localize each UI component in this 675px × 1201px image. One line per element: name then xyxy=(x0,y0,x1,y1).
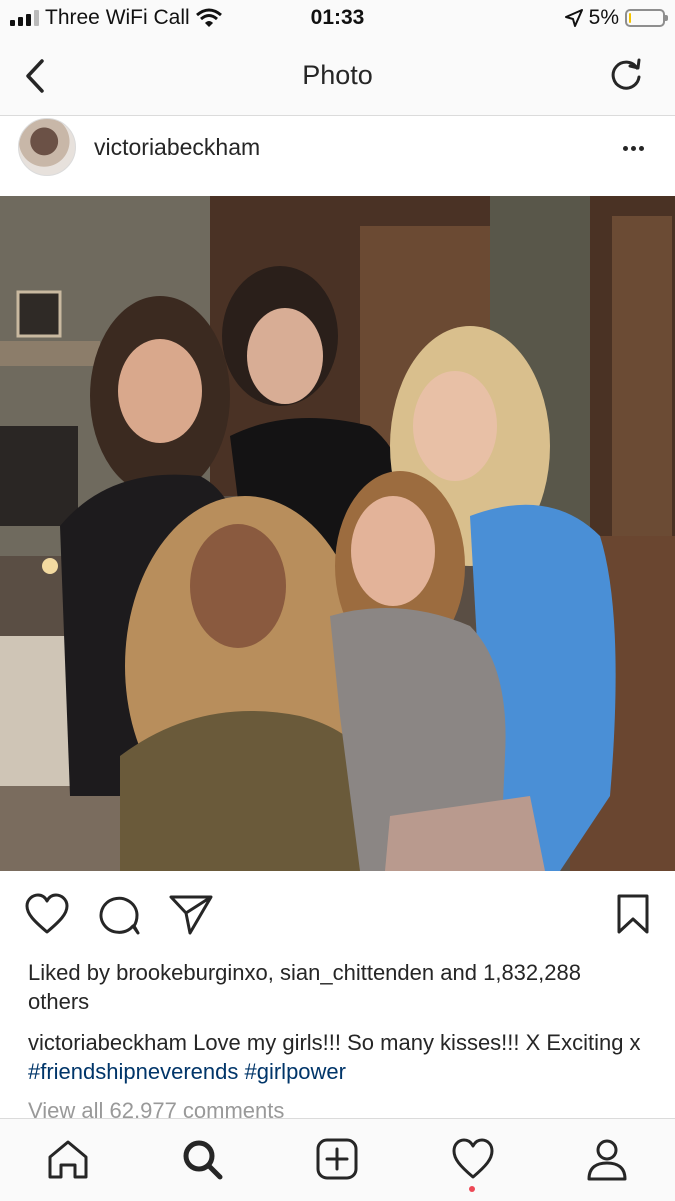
profile-icon[interactable] xyxy=(585,1137,629,1181)
page-title: Photo xyxy=(302,60,373,90)
notification-dot xyxy=(469,1186,475,1192)
comment-icon[interactable] xyxy=(98,893,140,935)
nav-bar: Photo xyxy=(0,38,675,116)
post-photo-image xyxy=(0,196,675,871)
post-caption: victoriabeckham Love my girls!!! So many… xyxy=(28,1028,653,1086)
post-username[interactable]: victoriabeckham xyxy=(94,134,260,161)
more-options-icon[interactable] xyxy=(623,138,647,151)
post-photo[interactable] xyxy=(0,196,675,871)
battery-group: 5% xyxy=(564,6,668,30)
refresh-icon[interactable] xyxy=(607,56,645,94)
post-actions xyxy=(0,871,675,959)
liked-user-link[interactable]: brookeburginxo xyxy=(116,960,268,985)
caption-text: Love my girls!!! So many kisses!!! X Exc… xyxy=(193,1030,641,1055)
share-send-icon[interactable] xyxy=(168,893,214,935)
battery-percent: 5% xyxy=(588,6,619,29)
search-icon[interactable] xyxy=(180,1137,224,1181)
new-post-icon[interactable] xyxy=(315,1137,359,1181)
location-arrow-icon xyxy=(564,9,583,27)
home-icon[interactable] xyxy=(46,1137,90,1181)
caption-username[interactable]: victoriabeckham xyxy=(28,1030,187,1055)
likes-summary: Liked by brookeburginxo, sian_chittenden… xyxy=(28,960,581,1014)
activity-heart-icon[interactable] xyxy=(451,1137,495,1181)
battery-icon xyxy=(625,9,668,27)
status-bar: Three WiFi Call 01:33 5% xyxy=(0,0,675,38)
hashtag-link[interactable]: #friendshipneverends xyxy=(28,1059,238,1084)
avatar[interactable] xyxy=(18,118,76,176)
liked-and: and xyxy=(440,960,477,985)
post-header: victoriabeckham xyxy=(0,116,675,196)
like-heart-icon[interactable] xyxy=(24,893,70,935)
liked-user-link[interactable]: sian_chittenden xyxy=(280,960,434,985)
bookmark-icon[interactable] xyxy=(616,893,650,935)
hashtag-link[interactable]: #girlpower xyxy=(245,1059,347,1084)
liked-by-prefix: Liked by xyxy=(28,960,110,985)
tab-bar xyxy=(0,1118,675,1201)
